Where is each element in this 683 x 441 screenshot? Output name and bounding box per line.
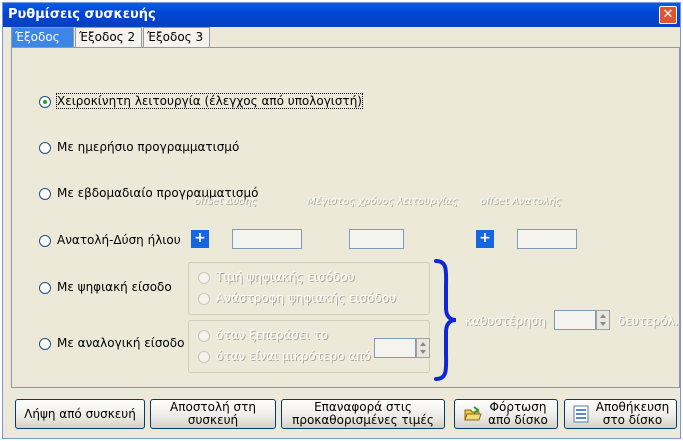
label-daily[interactable]: Με ημερήσιο προγραμματισμό — [57, 140, 239, 154]
delay-field[interactable] — [554, 310, 596, 330]
load-button-text: Φόρτωση από δίσκο — [488, 401, 548, 427]
offset-sunrise-field[interactable] — [517, 229, 577, 249]
tab-output-2[interactable]: Έξοδος 2 — [75, 27, 142, 47]
offset-sunset-sign-button[interactable]: + — [191, 230, 209, 248]
label-sunrise-sunset[interactable]: Ανατολή-Δύση ήλιου — [57, 233, 181, 247]
close-icon[interactable]: ✕ — [659, 6, 677, 24]
label-digital-inverse[interactable]: Ανάστροφη ψηφιακής εισόδου — [216, 291, 396, 305]
save-to-disk-button[interactable]: Αποθήκευση στο δίσκο — [564, 399, 677, 429]
label-delay-unit: δευτερόλ. — [618, 314, 679, 328]
send-to-device-button[interactable]: Αποστολή στη συσκευή — [150, 399, 276, 429]
receive-button-label: Λήψη από συσκευή — [24, 406, 136, 421]
label-offset-sunset: offset Δύσης — [194, 196, 257, 207]
receive-from-device-button[interactable]: Λήψη από συσκευή — [15, 399, 145, 429]
tab-output-1[interactable]: Έξοδος 1 — [11, 27, 74, 62]
radio-digital-input[interactable] — [39, 282, 51, 294]
save-disk-icon — [573, 405, 589, 423]
max-operation-time-field[interactable] — [349, 229, 404, 249]
digital-input-group: Τιμή ψηφιακής εισόδου Ανάστροφη ψηφιακής… — [188, 262, 430, 315]
send-button-label-2: συσκευή — [187, 413, 239, 427]
label-offset-sunrise: offset Ανατολής — [480, 196, 562, 207]
label-analog-input[interactable]: Με αναλογική είσοδο — [57, 336, 184, 350]
output-panel: Χειροκίνητη λειτουργία (έλεγχος από υπολ… — [11, 47, 680, 388]
window-title: Ρυθμίσεις συσκευής — [8, 7, 156, 22]
offset-sunrise-sign-button[interactable]: + — [476, 230, 494, 248]
settings-window: Ρυθμίσεις συσκευής ✕ Έξοδος 1 Έξοδος 2 Έ… — [2, 2, 681, 439]
label-analog-less[interactable]: όταν είναι μικρότερο από — [216, 349, 371, 363]
radio-daily[interactable] — [39, 142, 51, 154]
radio-analog-less[interactable] — [198, 351, 210, 363]
label-digital-value[interactable]: Τιμή ψηφιακής εισόδου — [216, 270, 355, 284]
tab-output-3[interactable]: Έξοδος 3 — [143, 27, 210, 47]
radio-sunrise-sunset[interactable] — [39, 235, 51, 247]
group-brace-icon — [434, 259, 457, 381]
open-folder-icon — [464, 406, 482, 421]
analog-input-group: όταν ξεπεράσει το όταν είναι μικρότερο α… — [188, 320, 430, 373]
reset-defaults-button[interactable]: Επαναφορά στις προκαθορισμένες τιμές — [281, 399, 445, 429]
radio-analog-exceeds[interactable] — [198, 330, 210, 342]
reset-button-label-2: προκαθορισμένες τιμές — [292, 413, 434, 427]
offset-sunset-field[interactable] — [232, 229, 302, 249]
save-button-text: Αποθήκευση στο δίσκο — [596, 401, 669, 427]
load-button-label-2: από δίσκο — [488, 413, 548, 427]
save-button-label-2: στο δίσκο — [602, 413, 663, 427]
title-bar[interactable]: Ρυθμίσεις συσκευής ✕ — [3, 3, 680, 27]
label-digital-input[interactable]: Με ψηφιακή είσοδο — [57, 280, 172, 294]
delay-spinner[interactable] — [596, 310, 610, 330]
analog-threshold-spinner[interactable] — [416, 338, 430, 358]
label-manual[interactable]: Χειροκίνητη λειτουργία (έλεγχος από υπολ… — [56, 93, 363, 109]
radio-digital-inverse[interactable] — [198, 293, 210, 305]
load-from-disk-button[interactable]: Φόρτωση από δίσκο — [454, 399, 558, 429]
label-analog-exceeds[interactable]: όταν ξεπεράσει το — [216, 328, 328, 342]
analog-threshold-field[interactable] — [374, 338, 416, 358]
label-max-operation-time: Μέγιστος χρόνος λειτουργίας — [307, 196, 458, 207]
radio-weekly[interactable] — [39, 188, 51, 200]
label-delay: καθυστέρηση — [465, 314, 547, 328]
radio-manual[interactable] — [39, 96, 51, 108]
radio-analog-input[interactable] — [39, 338, 51, 350]
radio-digital-value[interactable] — [198, 272, 210, 284]
